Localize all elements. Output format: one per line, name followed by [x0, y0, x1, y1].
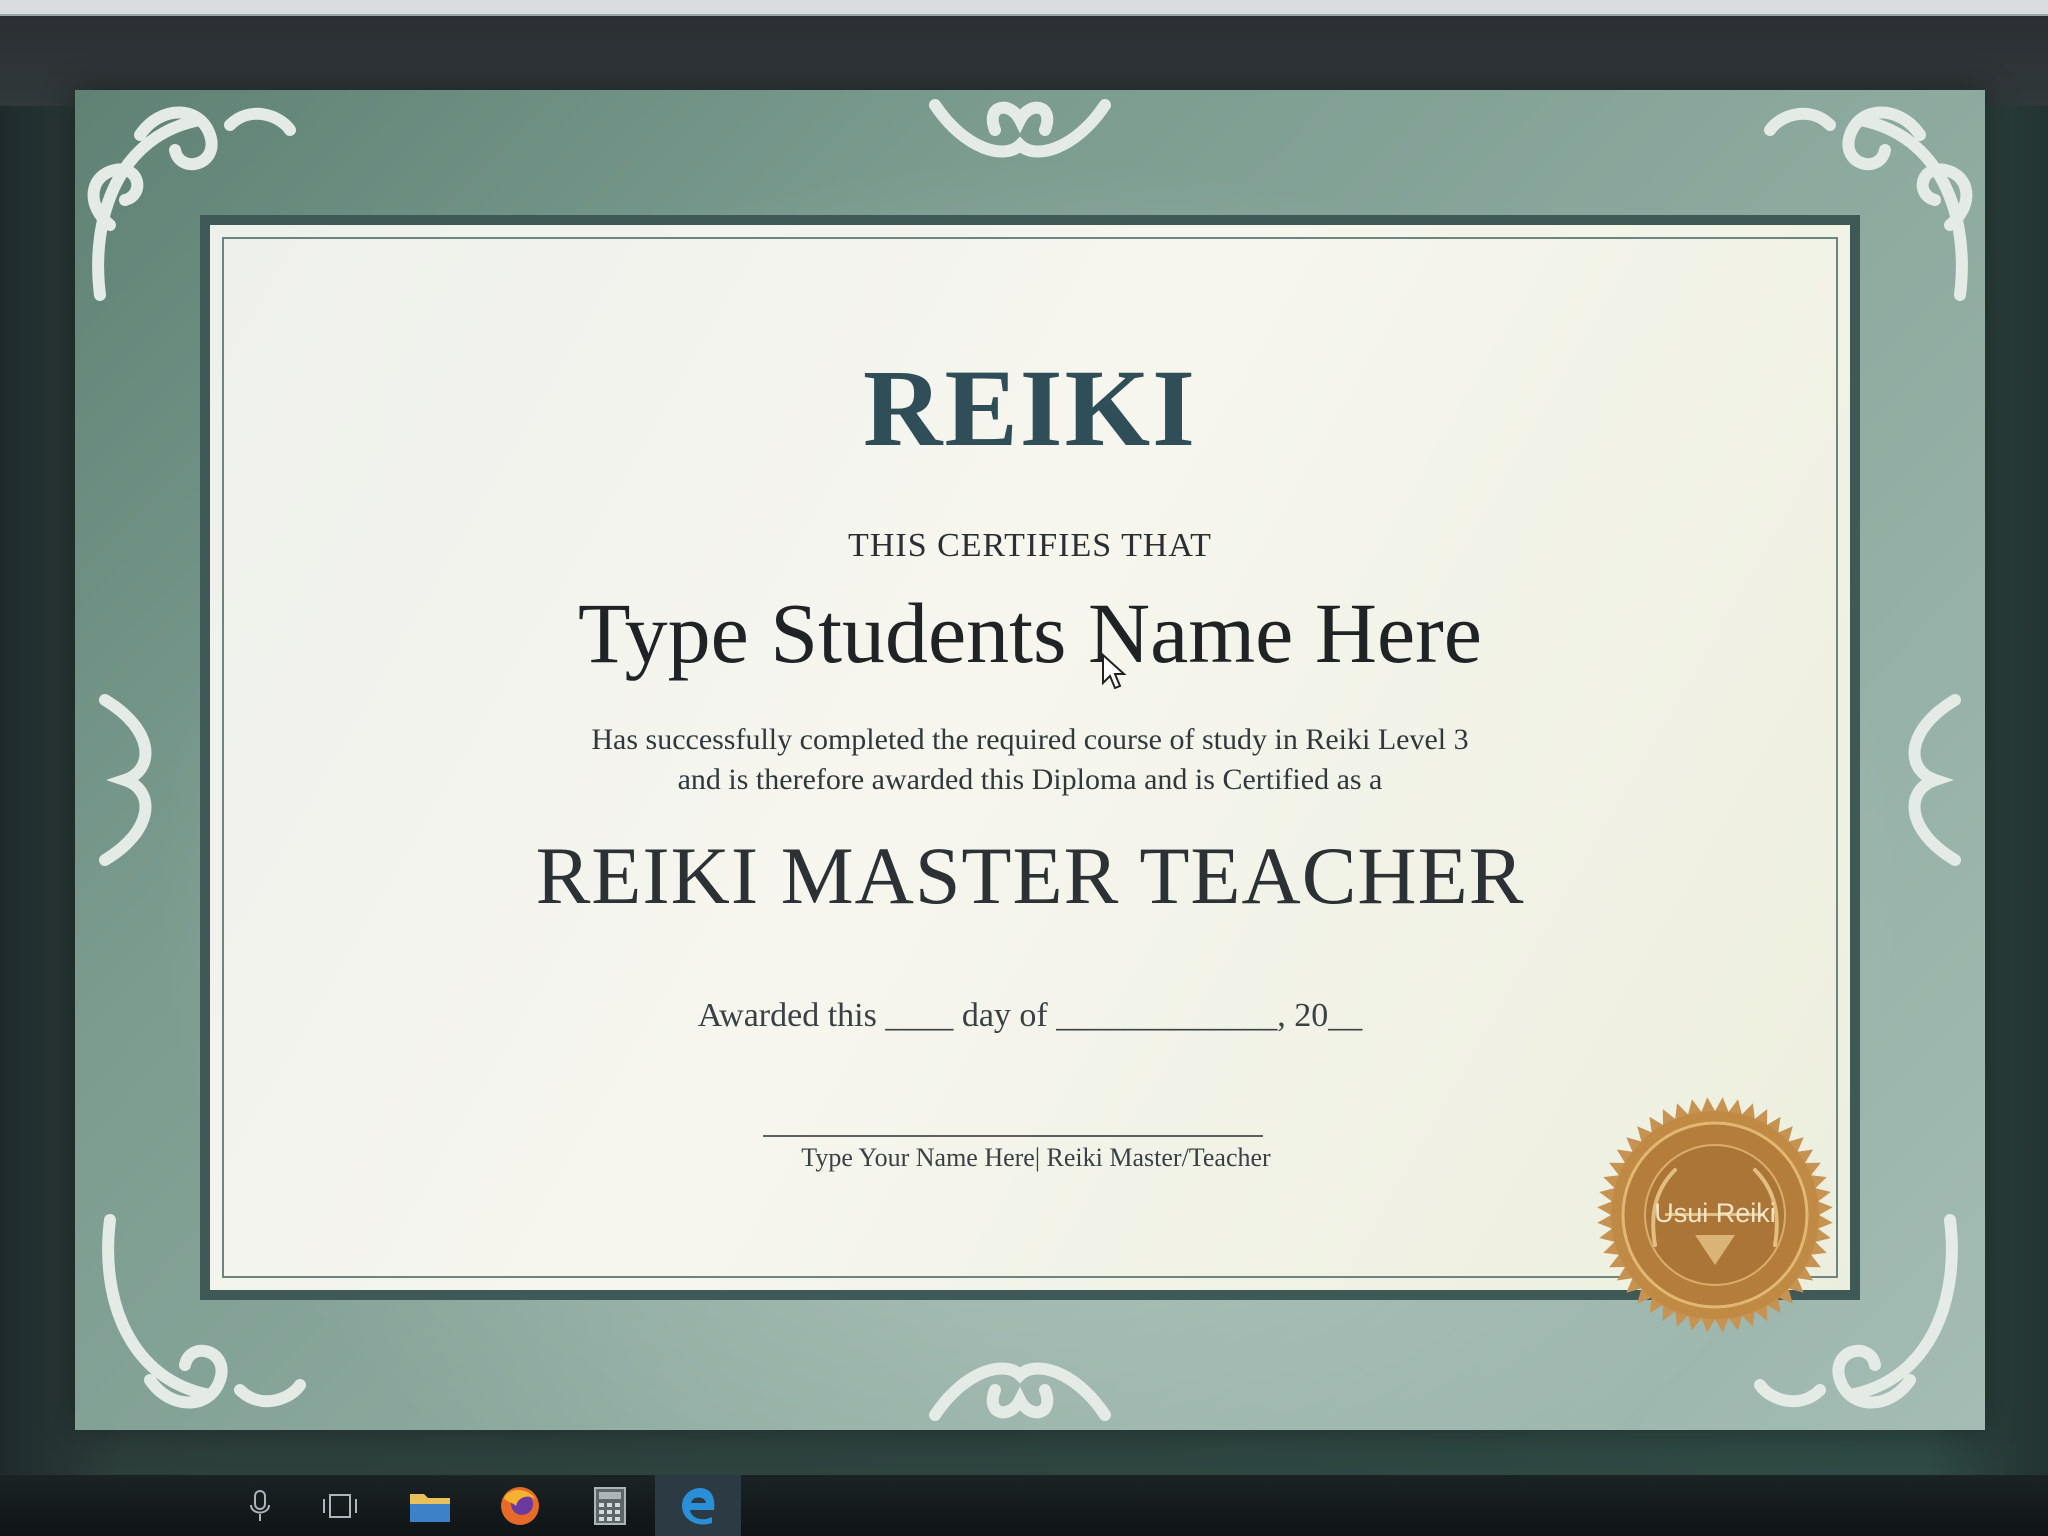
taskbar-firefox[interactable] — [485, 1475, 555, 1536]
file-explorer-icon — [410, 1493, 450, 1522]
firefox-icon — [501, 1486, 539, 1525]
taskbar-calculator[interactable] — [575, 1475, 645, 1536]
bottom-center-ornament — [925, 1350, 1115, 1430]
awarded-prefix: Awarded this — [697, 997, 877, 1034]
awarded-day-blank[interactable]: ____ — [885, 997, 953, 1034]
awarded-date-line[interactable]: Awarded this ____ day of _____________, … — [210, 997, 1850, 1035]
description-line-2: and is therefore awarded this Diploma an… — [677, 763, 1383, 796]
mouse-cursor-icon — [1101, 652, 1127, 696]
awarded-month-prefix: day of — [961, 997, 1048, 1034]
task-view-icon — [323, 1493, 357, 1518]
course-description[interactable]: Has successfully completed the required … — [210, 720, 1850, 800]
edge-icon — [682, 1487, 715, 1524]
left-middle-ornament — [85, 690, 165, 870]
seal-text: Usui Reiki — [1654, 1198, 1776, 1228]
taskbar-microphone[interactable] — [225, 1475, 295, 1536]
window-top-bar — [0, 0, 2048, 16]
awarded-year-blank[interactable]: __ — [1328, 997, 1362, 1034]
taskbar — [0, 1475, 2048, 1536]
right-middle-ornament — [1895, 690, 1975, 870]
taskbar-file-explorer[interactable] — [395, 1475, 465, 1536]
taskbar-edge[interactable] — [655, 1475, 741, 1536]
signature-line — [763, 1135, 1263, 1137]
calculator-icon — [594, 1486, 626, 1525]
description-line-1: Has successfully completed the required … — [591, 723, 1469, 756]
certifies-text[interactable]: THIS CERTIFIES THAT — [210, 527, 1850, 565]
awarded-month-blank[interactable]: _____________ — [1056, 997, 1277, 1034]
awarded-year-prefix: , 20 — [1277, 997, 1329, 1034]
student-name-field[interactable]: Type Students Name Here — [210, 583, 1850, 683]
degree-title[interactable]: REIKI MASTER TEACHER — [210, 829, 1850, 923]
gold-seal: Usui Reiki — [1595, 1095, 1835, 1335]
taskbar-task-view[interactable] — [305, 1475, 375, 1536]
top-center-ornament — [925, 90, 1115, 170]
certificate-frame: REIKI THIS CERTIFIES THAT Type Students … — [75, 90, 1985, 1430]
microphone-icon — [250, 1489, 270, 1521]
certificate-title[interactable]: REIKI — [210, 345, 1850, 472]
